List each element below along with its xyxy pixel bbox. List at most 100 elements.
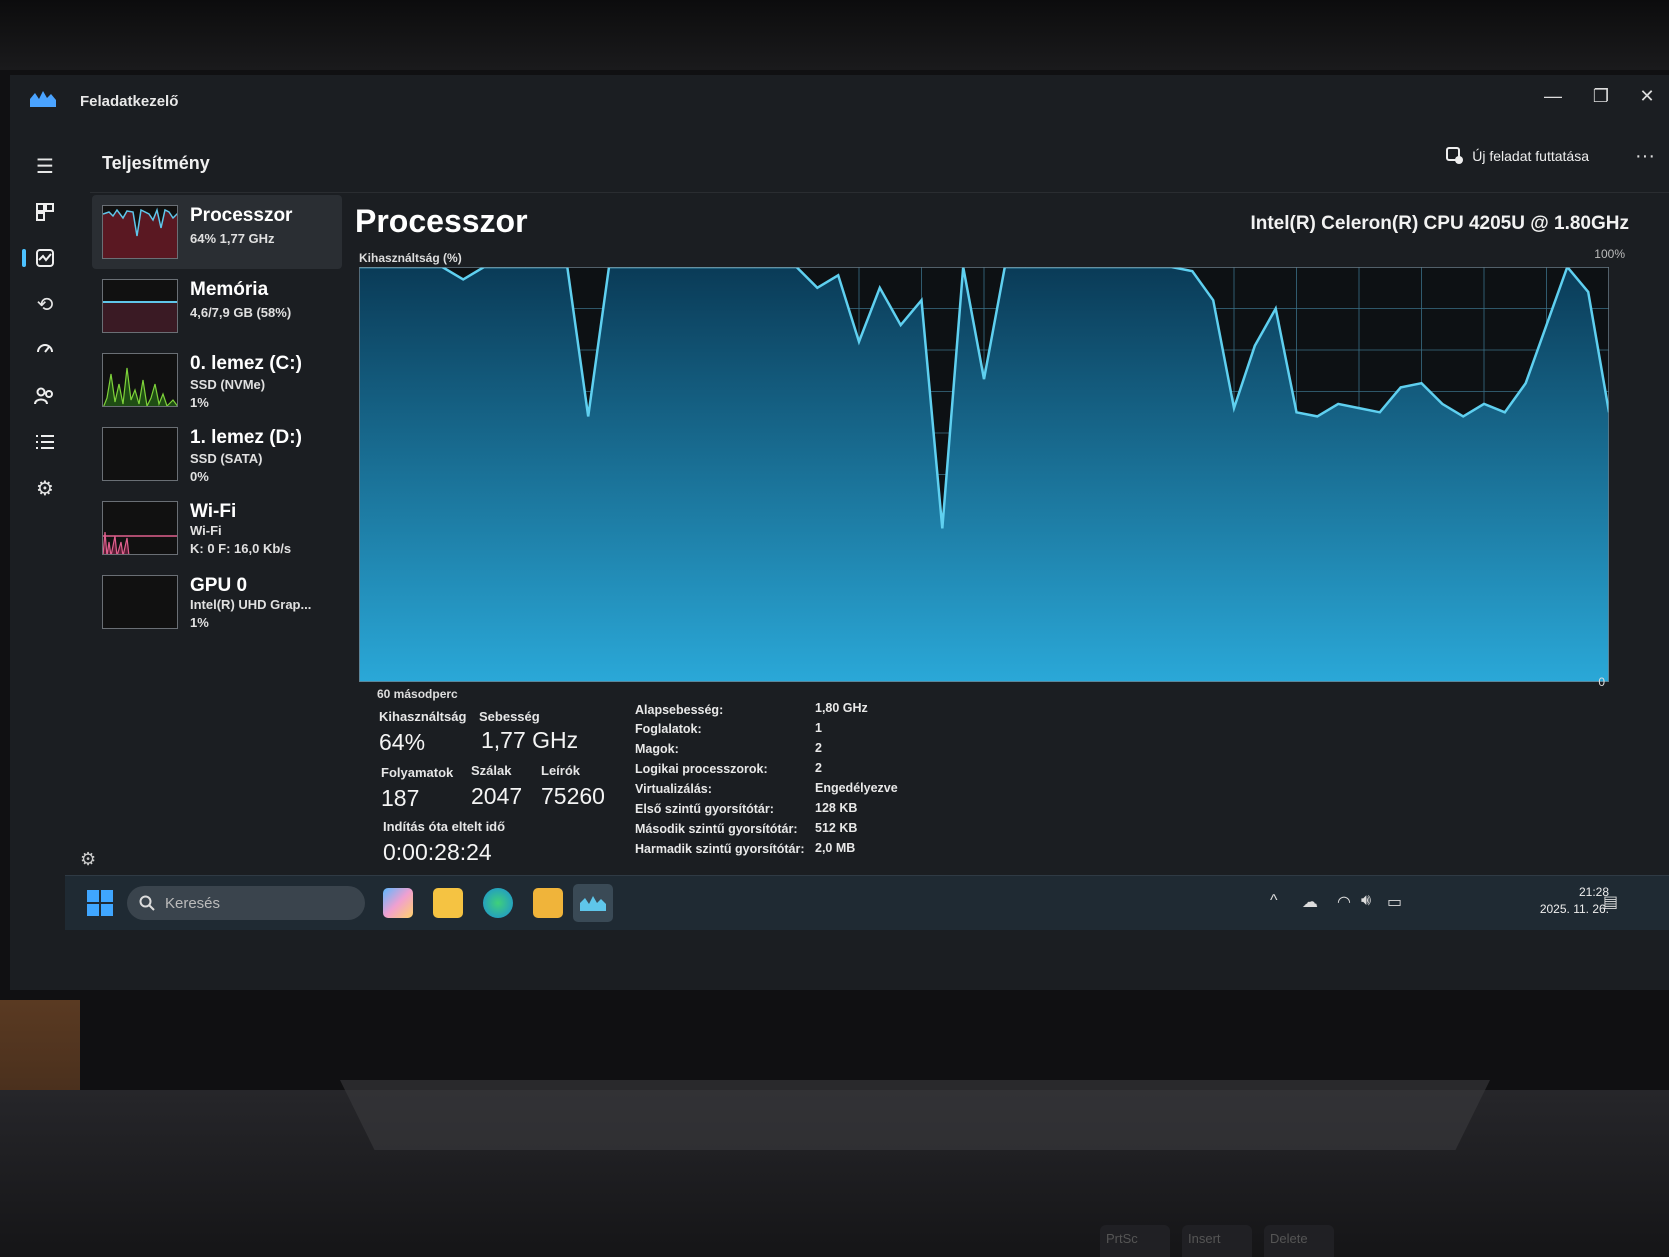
spec-value: 1,80 GHz xyxy=(815,701,868,715)
utilization-value: 64% xyxy=(379,729,426,755)
clock-date: 2025. 11. 26. xyxy=(1539,902,1609,916)
y-max-label: 100% xyxy=(1594,247,1625,261)
resource-detail: 64% 1,77 GHz xyxy=(190,231,275,246)
spec-value: Engedélyezve xyxy=(815,781,898,795)
spec-value: 128 KB xyxy=(815,801,858,815)
processor-panel: Processzor Intel(R) Celeron(R) CPU 4205U… xyxy=(355,193,1655,943)
spec-value: 2 xyxy=(815,741,822,755)
utilization-axis-label: Kihasználtság (%) xyxy=(359,251,462,265)
more-options-button[interactable]: ··· xyxy=(1635,145,1655,168)
resource-name: Memória xyxy=(190,279,269,300)
services-icon[interactable]: ⚙ xyxy=(28,471,62,505)
speed-value: 1,77 GHz xyxy=(481,727,579,753)
section-title: Teljesítmény xyxy=(102,153,210,173)
laptop-hinge xyxy=(340,1080,1490,1150)
volume-icon[interactable]: 🔊︎ xyxy=(1361,892,1371,910)
settings-gear-icon[interactable]: ⚙ xyxy=(80,849,96,870)
search-icon xyxy=(139,895,155,911)
speed-label: Sebesség xyxy=(479,709,540,724)
spec-key: Alapsebesség: xyxy=(635,703,724,717)
spec-key: Virtualizálás: xyxy=(635,782,712,796)
run-task-icon xyxy=(1446,147,1464,164)
title-bar: Feladatkezelő — ❐ ✕ xyxy=(10,75,1669,133)
memory-thumbnail xyxy=(102,279,178,333)
copilot-icon[interactable] xyxy=(383,888,413,918)
close-button[interactable]: ✕ xyxy=(1629,81,1665,111)
resource-name: 1. lemez (D:) xyxy=(190,427,302,448)
spec-value: 2 xyxy=(815,761,822,775)
taskbar-clock[interactable]: 21:28 2025. 11. 26. xyxy=(1540,884,1609,918)
x-axis-label: 60 másodperc xyxy=(377,687,458,701)
key-insert: Insert xyxy=(1182,1225,1252,1257)
taskbar: Keresés ^ ☁ ◠ 🔊︎ ▭ 21:28 2025. 11. 26. ▤ xyxy=(65,875,1669,930)
onedrive-icon[interactable]: ☁ xyxy=(1302,892,1318,912)
cpu-utilization-chart xyxy=(359,267,1609,682)
resource-detail: Wi-Fi xyxy=(190,523,222,538)
app-history-icon[interactable]: ⟲ xyxy=(28,287,62,321)
resource-name: Wi-Fi xyxy=(190,501,237,522)
minimize-button[interactable]: — xyxy=(1535,81,1571,111)
utilization-label: Kihasználtság xyxy=(379,709,467,724)
gpu-thumbnail xyxy=(102,575,178,629)
key-delete: Delete xyxy=(1264,1225,1334,1257)
wifi-thumbnail xyxy=(102,501,178,555)
uptime-value: 0:00:28:24 xyxy=(383,839,492,865)
hamburger-icon[interactable]: ☰ xyxy=(28,149,62,183)
spec-value: 512 KB xyxy=(815,821,858,835)
resource-item-processzor[interactable]: Processzor 64% 1,77 GHz xyxy=(92,195,342,269)
search-placeholder: Keresés xyxy=(165,894,221,912)
resource-item-wifi[interactable]: Wi-Fi Wi-Fi K: 0 F: 16,0 Kb/s xyxy=(92,491,342,565)
screen: Feladatkezelő — ❐ ✕ ☰ ⟲ ⚙ Teljesítmény Ú… xyxy=(10,75,1669,990)
y-min-label: 0 xyxy=(1598,675,1605,689)
notifications-icon[interactable]: ▤ xyxy=(1603,892,1618,912)
resource-detail: SSD (SATA) xyxy=(190,451,263,466)
cpu-model: Intel(R) Celeron(R) CPU 4205U @ 1.80GHz xyxy=(1250,213,1629,234)
panel-title: Processzor xyxy=(355,203,528,239)
users-icon[interactable] xyxy=(28,379,62,413)
run-new-task-label: Új feladat futtatása xyxy=(1472,148,1589,164)
edge-icon[interactable] xyxy=(483,888,513,918)
spec-key: Logikai processzorok: xyxy=(635,762,768,776)
nav-rail: ☰ ⟲ ⚙ xyxy=(10,133,85,943)
clock-time: 21:28 xyxy=(1578,885,1609,899)
cpu-thumbnail xyxy=(102,205,178,259)
details-icon[interactable] xyxy=(28,425,62,459)
resource-detail: SSD (NVMe) xyxy=(190,377,266,392)
resource-name: 0. lemez (C:) xyxy=(190,353,302,374)
resource-usage: K: 0 F: 16,0 Kb/s xyxy=(190,541,292,556)
monitor-bezel xyxy=(0,0,1669,70)
task-manager-taskbar-icon[interactable] xyxy=(573,884,613,922)
spec-key: Harmadik szintű gyorsítótár: xyxy=(635,842,805,856)
resource-detail: Intel(R) UHD Grap... xyxy=(190,597,312,612)
spec-key: Első szintű gyorsítótár: xyxy=(635,802,774,816)
startup-icon[interactable] xyxy=(28,333,62,367)
processes-label: Folyamatok xyxy=(381,765,454,780)
uptime-label: Indítás óta eltelt idő xyxy=(383,819,506,834)
battery-icon[interactable]: ▭ xyxy=(1387,892,1402,912)
wifi-icon[interactable]: ◠ xyxy=(1337,892,1351,912)
taskbar-search[interactable]: Keresés xyxy=(127,886,365,920)
page-header: Teljesítmény Új feladat futtatása ··· xyxy=(90,133,1669,193)
processes-icon[interactable] xyxy=(28,195,62,229)
resource-item-lemez-d[interactable]: 1. lemez (D:) SSD (SATA) 0% xyxy=(92,417,342,491)
file-explorer-icon[interactable] xyxy=(433,888,463,918)
start-button[interactable] xyxy=(87,890,113,916)
handles-label: Leírók xyxy=(541,763,581,778)
tray-overflow-icon[interactable]: ^ xyxy=(1270,892,1278,910)
resource-item-gpu[interactable]: GPU 0 Intel(R) UHD Grap... 1% xyxy=(92,565,342,639)
spec-value: 2,0 MB xyxy=(815,841,856,855)
resource-usage: 1% xyxy=(190,615,209,630)
resource-item-lemez-c[interactable]: 0. lemez (C:) SSD (NVMe) 1% xyxy=(92,343,342,417)
resource-detail: 4,6/7,9 GB (58%) xyxy=(190,305,292,320)
performance-icon[interactable] xyxy=(22,241,62,275)
resource-name: GPU 0 xyxy=(190,575,248,596)
resource-name: Processzor xyxy=(190,205,293,226)
resource-item-memoria[interactable]: Memória 4,6/7,9 GB (58%) xyxy=(92,269,342,343)
threads-value: 2047 xyxy=(471,783,523,809)
maximize-button[interactable]: ❐ xyxy=(1583,81,1619,111)
processes-value: 187 xyxy=(381,785,420,811)
spec-key: Második szintű gyorsítótár: xyxy=(635,822,798,836)
resource-usage: 1% xyxy=(190,395,209,410)
store-icon[interactable] xyxy=(533,888,563,918)
run-new-task-button[interactable]: Új feladat futtatása xyxy=(1446,147,1589,165)
